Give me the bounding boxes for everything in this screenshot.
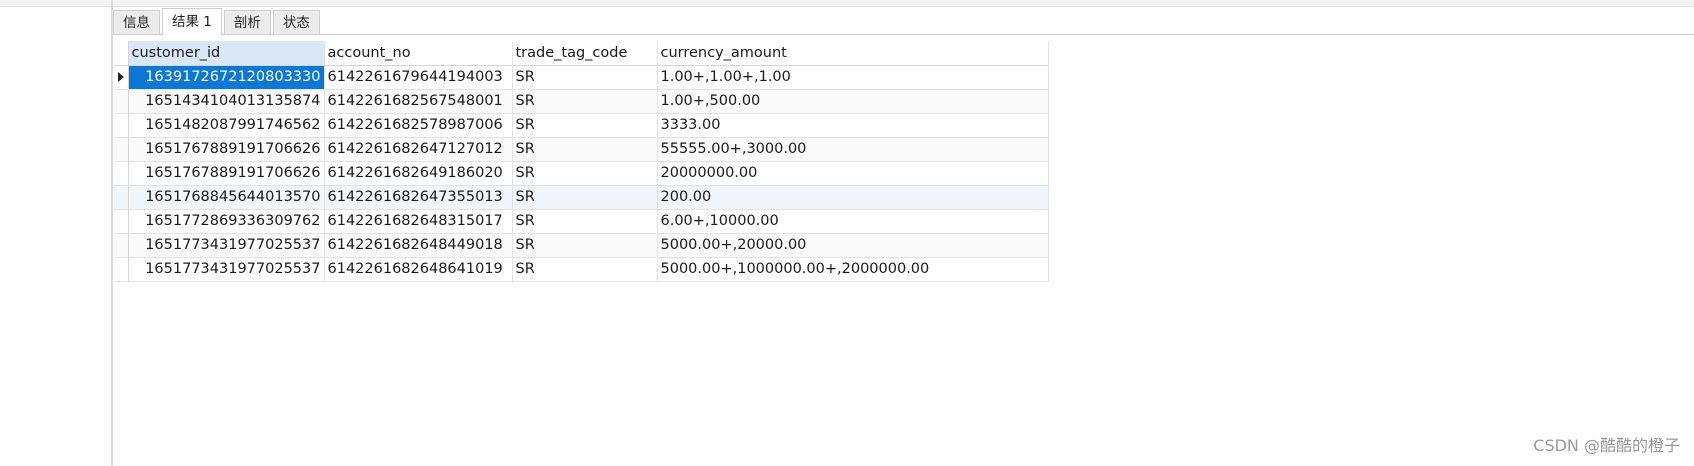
row-header[interactable] bbox=[114, 209, 129, 234]
table-row[interactable]: 1651434104013135874 6142261682567548001 … bbox=[114, 89, 1049, 114]
cell-currency-amount[interactable]: 5000.00+,20000.00 bbox=[657, 233, 1049, 258]
row-header[interactable] bbox=[114, 233, 129, 258]
tab-status[interactable]: 状态 bbox=[272, 10, 320, 34]
tab-result-1[interactable]: 结果 1 bbox=[162, 8, 222, 35]
table-row[interactable]: 1651482087991746562 6142261682578987006 … bbox=[114, 113, 1049, 138]
row-header-corner bbox=[114, 41, 129, 66]
cell-trade-tag-code[interactable]: SR bbox=[512, 65, 658, 90]
column-header-account-no[interactable]: account_no bbox=[324, 41, 513, 66]
row-header[interactable] bbox=[114, 65, 129, 90]
column-header-customer-id[interactable]: customer_id bbox=[128, 41, 325, 66]
cell-customer-id[interactable]: 1639172672120803330 bbox=[128, 65, 325, 90]
cell-trade-tag-code[interactable]: SR bbox=[512, 257, 658, 282]
table-row[interactable]: 1651767889191706626 6142261682647127012 … bbox=[114, 137, 1049, 162]
tab-profile[interactable]: 剖析 bbox=[223, 10, 271, 34]
table-row[interactable]: 1651772869336309762 6142261682648315017 … bbox=[114, 209, 1049, 234]
result-panel: 信息 结果 1 剖析 状态 customer_id account_no tra… bbox=[0, 0, 1694, 466]
cell-customer-id[interactable]: 1651772869336309762 bbox=[128, 209, 325, 234]
cell-customer-id[interactable]: 1651482087991746562 bbox=[128, 113, 325, 138]
cell-currency-amount[interactable]: 6.00+,10000.00 bbox=[657, 209, 1049, 234]
cell-currency-amount[interactable]: 55555.00+,3000.00 bbox=[657, 137, 1049, 162]
cell-account-no[interactable]: 6142261682648449018 bbox=[324, 233, 513, 258]
cell-trade-tag-code[interactable]: SR bbox=[512, 185, 658, 210]
row-header[interactable] bbox=[114, 137, 129, 162]
cell-currency-amount[interactable]: 20000000.00 bbox=[657, 161, 1049, 186]
cell-account-no[interactable]: 6142261682649186020 bbox=[324, 161, 513, 186]
table-row[interactable]: 1651768845644013570 6142261682647355013 … bbox=[114, 185, 1049, 210]
cell-customer-id[interactable]: 1651767889191706626 bbox=[128, 161, 325, 186]
table-row[interactable]: 1651773431977025537 6142261682648449018 … bbox=[114, 233, 1049, 258]
cell-trade-tag-code[interactable]: SR bbox=[512, 233, 658, 258]
cell-account-no[interactable]: 6142261682647355013 bbox=[324, 185, 513, 210]
cell-account-no[interactable]: 6142261679644194003 bbox=[324, 65, 513, 90]
left-rail bbox=[111, 0, 113, 466]
tab-info[interactable]: 信息 bbox=[113, 10, 160, 34]
cell-trade-tag-code[interactable]: SR bbox=[512, 161, 658, 186]
cell-account-no[interactable]: 6142261682647127012 bbox=[324, 137, 513, 162]
row-header[interactable] bbox=[114, 257, 129, 282]
result-grid: customer_id account_no trade_tag_code cu… bbox=[114, 41, 1049, 282]
cell-currency-amount[interactable]: 3333.00 bbox=[657, 113, 1049, 138]
cell-trade-tag-code[interactable]: SR bbox=[512, 209, 658, 234]
row-header[interactable] bbox=[114, 161, 129, 186]
cell-trade-tag-code[interactable]: SR bbox=[512, 137, 658, 162]
table-row[interactable]: 1639172672120803330 6142261679644194003 … bbox=[114, 65, 1049, 90]
watermark: CSDN @酷酷的橙子 bbox=[1533, 436, 1680, 455]
cell-customer-id[interactable]: 1651434104013135874 bbox=[128, 89, 325, 114]
cell-currency-amount[interactable]: 1.00+,500.00 bbox=[657, 89, 1049, 114]
cell-customer-id[interactable]: 1651773431977025537 bbox=[128, 233, 325, 258]
row-header[interactable] bbox=[114, 89, 129, 114]
cell-customer-id[interactable]: 1651773431977025537 bbox=[128, 257, 325, 282]
cell-currency-amount[interactable]: 200.00 bbox=[657, 185, 1049, 210]
row-header[interactable] bbox=[114, 113, 129, 138]
cell-trade-tag-code[interactable]: SR bbox=[512, 89, 658, 114]
cell-trade-tag-code[interactable]: SR bbox=[512, 113, 658, 138]
row-header[interactable] bbox=[114, 185, 129, 210]
table-row[interactable]: 1651767889191706626 6142261682649186020 … bbox=[114, 161, 1049, 186]
header-row: customer_id account_no trade_tag_code cu… bbox=[114, 41, 1049, 66]
cell-currency-amount[interactable]: 5000.00+,1000000.00+,2000000.00 bbox=[657, 257, 1049, 282]
cell-account-no[interactable]: 6142261682648641019 bbox=[324, 257, 513, 282]
result-tab-bar: 信息 结果 1 剖析 状态 bbox=[113, 8, 1694, 35]
cell-customer-id[interactable]: 1651768845644013570 bbox=[128, 185, 325, 210]
column-header-currency-amount[interactable]: currency_amount bbox=[657, 41, 1049, 66]
column-header-trade-tag-code[interactable]: trade_tag_code bbox=[512, 41, 658, 66]
cell-currency-amount[interactable]: 1.00+,1.00+,1.00 bbox=[657, 65, 1049, 90]
current-row-marker-icon bbox=[118, 72, 124, 82]
cell-account-no[interactable]: 6142261682648315017 bbox=[324, 209, 513, 234]
table-row[interactable]: 1651773431977025537 6142261682648641019 … bbox=[114, 257, 1049, 282]
top-strip bbox=[0, 0, 1694, 7]
cell-customer-id[interactable]: 1651767889191706626 bbox=[128, 137, 325, 162]
cell-account-no[interactable]: 6142261682567548001 bbox=[324, 89, 513, 114]
cell-account-no[interactable]: 6142261682578987006 bbox=[324, 113, 513, 138]
